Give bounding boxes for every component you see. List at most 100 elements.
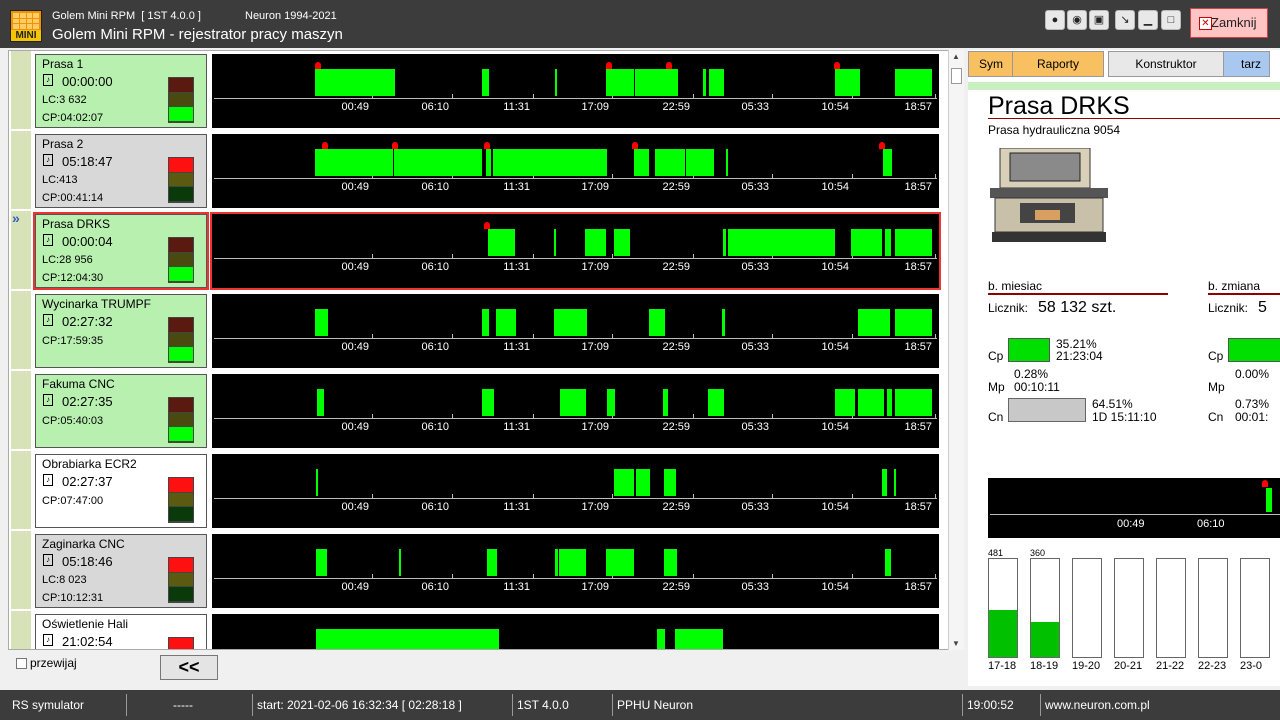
back-button[interactable]: <<: [160, 655, 218, 680]
checkbox-icon[interactable]: [16, 658, 27, 670]
machine-card[interactable]: Prasa 1 ♪ 00:00:00 LC:3 632 CP:04:02:07: [35, 54, 207, 128]
mini-time-label: 00:49: [1117, 518, 1145, 530]
timeline-label: 18:57: [904, 101, 932, 113]
hour-value: 481: [988, 548, 1004, 558]
alarm-marker-icon: [666, 62, 672, 69]
machine-timeline[interactable]: 00:4906:1011:3117:0922:5905:3310:5418:57: [212, 54, 939, 128]
app-title: Golem Mini RPM - rejestrator pracy maszy…: [52, 26, 343, 43]
tab-sym[interactable]: Sym: [968, 51, 1014, 77]
scroll-thumb[interactable]: [951, 68, 962, 84]
work-segment: [708, 389, 724, 416]
work-segment: [675, 629, 723, 649]
close-button[interactable]: ✕ Zamknij: [1190, 8, 1268, 38]
work-segment: [835, 389, 855, 416]
timeline-label: 06:10: [421, 341, 449, 353]
tab-konstruktor[interactable]: Konstruktor: [1108, 51, 1224, 77]
work-segment: [686, 149, 714, 176]
work-segment: [316, 629, 499, 649]
timeline-tick: [372, 254, 373, 259]
timeline-tick: [693, 494, 694, 499]
timer-icon: ♪: [43, 74, 53, 86]
machine-name: Zaginarka CNC: [42, 537, 125, 551]
timeline-tick: [935, 414, 936, 419]
machine-card[interactable]: Wycinarka TRUMPF ♪ 02:27:32 CP:17:59:35: [35, 294, 207, 368]
alarm-marker-icon: [632, 142, 638, 149]
machine-timeline[interactable]: 00:4906:1011:3117:0922:5905:3310:5418:57: [212, 374, 939, 448]
work-segment: [493, 149, 607, 176]
timeline-label: 11:31: [503, 181, 530, 193]
machine-timeline[interactable]: 00:4906:1011:3117:0922:5905:3310:5418:57: [210, 212, 941, 290]
timeline-tick: [612, 494, 613, 499]
machine-timeline[interactable]: 00:4906:1011:3117:0922:5905:3310:5418:57: [212, 294, 939, 368]
scroll-up-icon[interactable]: ▲: [952, 52, 960, 61]
chat-icon[interactable]: ●: [1045, 10, 1065, 30]
timeline-tick: [935, 94, 936, 99]
machine-row[interactable]: Obrabiarka ECR2 ♪ 02:27:37 CP:07:47:00 00:49…: [9, 451, 949, 531]
timeline-label: 00:49: [341, 501, 369, 513]
timeline-label: 06:10: [421, 261, 449, 273]
press-machine-image: [990, 148, 1108, 242]
signal-light-icon: [168, 477, 194, 523]
minimize-icon[interactable]: ▁: [1138, 10, 1158, 30]
machine-name: Prasa 1: [42, 57, 84, 71]
resize-icon[interactable]: ↘: [1115, 10, 1135, 30]
machine-row[interactable]: Fakuma CNC ♪ 02:27:35 CP:05:40:03 00:49 06:10…: [9, 371, 949, 451]
screen-icon[interactable]: ▣: [1089, 10, 1109, 30]
row-marker: [11, 131, 31, 209]
machine-row[interactable]: Prasa 2 ♪ 05:18:47 LC:413 CP:00:41:14 00:49 06…: [9, 131, 949, 211]
timeline-tick: [693, 254, 694, 259]
hour-bar: [1198, 558, 1228, 658]
work-segment: [555, 69, 557, 96]
timeline-tick: [693, 94, 694, 99]
machine-row[interactable]: Zaginarka CNC ♪ 05:18:46 LC:8 023 CP:10:12:3…: [9, 531, 949, 611]
machine-card[interactable]: Oświetlenie Hali ♪ 21:02:54: [35, 614, 207, 649]
scroll-down-icon[interactable]: ▼: [952, 639, 960, 648]
timeline-label: 11:31: [503, 501, 530, 513]
machine-row[interactable]: Oświetlenie Hali ♪ 21:02:54 00:4906:1011:31…: [9, 611, 949, 649]
timeline-label: 22:59: [662, 261, 690, 273]
machine-timeline[interactable]: 00:4906:1011:3117:0922:5905:3310:5418:57: [212, 534, 939, 608]
work-segment: [614, 229, 630, 256]
timeline-label: 05:33: [741, 341, 769, 353]
machine-name: Wycinarka TRUMPF: [42, 297, 152, 311]
wrap-checkbox[interactable]: przewijaj: [16, 656, 77, 670]
work-segment: [835, 69, 860, 96]
timeline-label: 17:09: [581, 581, 609, 593]
machine-card[interactable]: Obrabiarka ECR2 ♪ 02:27:37 CP:07:47:00: [35, 454, 207, 528]
timeline-label: 00:49: [341, 341, 369, 353]
status-clock: 19:00:52: [962, 694, 1014, 716]
row-marker: [11, 531, 31, 609]
hour-label: 20-21: [1114, 660, 1143, 672]
timeline-tick: [452, 574, 453, 579]
scrollbar[interactable]: ▲ ▼: [948, 50, 964, 650]
alarm-marker-icon: [392, 142, 398, 149]
work-segment: [895, 229, 932, 256]
machine-card[interactable]: Prasa 2 ♪ 05:18:47 LC:413 CP:00:41:14: [35, 134, 207, 208]
camera-icon[interactable]: ◉: [1067, 10, 1087, 30]
machine-card[interactable]: Fakuma CNC ♪ 02:27:35 CP:05:40:03: [35, 374, 207, 448]
timeline-label: 10:54: [821, 501, 849, 513]
timeline-label: 22:59: [662, 581, 690, 593]
timeline-tick: [772, 94, 773, 99]
signal-light-icon: [168, 397, 194, 443]
mini-time-label: 06:10: [1197, 518, 1225, 530]
maximize-icon[interactable]: □: [1161, 10, 1181, 30]
hour-label: 18-19: [1030, 660, 1059, 672]
hour-bar: [988, 558, 1018, 658]
machine-timeline[interactable]: 00:4906:1011:3117:0922:5905:3310:5418:57: [212, 614, 939, 649]
machine-card[interactable]: Prasa DRKS ♪ 00:00:04 LC:28 956 CP:12:04:30: [33, 212, 209, 290]
timeline-label: 22:59: [662, 421, 690, 433]
timeline-tick: [533, 334, 534, 339]
timeline-tick: [772, 334, 773, 339]
machine-timeline[interactable]: 00:4906:1011:3117:0922:5905:3310:5418:57: [212, 134, 939, 208]
machine-cp: CP:05:40:03: [42, 415, 104, 427]
timeline-tick: [533, 254, 534, 259]
machine-card[interactable]: Zaginarka CNC ♪ 05:18:46 LC:8 023 CP:10:12:3…: [35, 534, 207, 608]
tab-raporty[interactable]: Raporty: [1012, 51, 1104, 77]
machine-row[interactable]: Wycinarka TRUMPF ♪ 02:27:32 CP:17:59:35 00:4…: [9, 291, 949, 371]
machine-row[interactable]: Prasa DRKS ♪ 00:00:04 LC:28 956 CP:12:04:30 0…: [9, 211, 949, 291]
machine-timeline[interactable]: 00:4906:1011:3117:0922:5905:3310:5418:57: [212, 454, 939, 528]
hour-bar: [1072, 558, 1102, 658]
work-segment: [635, 69, 678, 96]
machine-row[interactable]: Prasa 1 ♪ 00:00:00 LC:3 632 CP:04:02:07 00:49…: [9, 51, 949, 131]
